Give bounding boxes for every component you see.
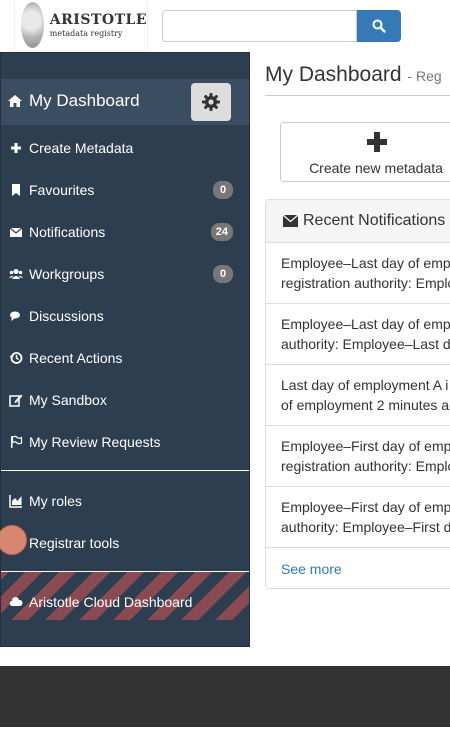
create-new-metadata-button[interactable]: Create new metadata [280, 122, 450, 182]
home-icon [8, 95, 22, 107]
cloud-icon [9, 596, 23, 607]
sidebar-divider [1, 470, 249, 471]
sidebar-item-notifications[interactable]: Notifications 24 [1, 211, 249, 253]
sidebar-dashboard-header[interactable]: My Dashboard [1, 79, 249, 125]
sidebar-item-create-metadata[interactable]: Create Metadata [1, 127, 249, 169]
panel-header: Recent Notifications [266, 200, 450, 243]
site-logo[interactable]: ARISTOTLE metadata registry [15, 0, 147, 50]
sidebar-item-my-review-requests[interactable]: My Review Requests [1, 421, 249, 463]
plus-icon [11, 143, 21, 153]
edit-icon [9, 394, 23, 407]
flag-icon [11, 435, 23, 448]
users-icon [9, 269, 23, 279]
logo-title: ARISTOTLE [49, 11, 147, 28]
notification-item[interactable]: Employee–Last day of emp authority: Empl… [266, 303, 450, 365]
sidebar-item-my-roles[interactable]: My roles [1, 480, 249, 522]
workgroups-count-badge: 0 [213, 265, 233, 283]
gear-icon [202, 93, 220, 111]
see-more-link[interactable]: See more [281, 561, 342, 577]
search-button[interactable] [357, 10, 401, 42]
settings-button[interactable] [191, 83, 231, 121]
recent-notifications-panel: Recent Notifications Employee–Last day o… [265, 199, 450, 589]
sidebar-item-cloud-dashboard[interactable]: Aristotle Cloud Dashboard [1, 581, 249, 623]
sidebar-item-recent-actions[interactable]: Recent Actions [1, 337, 249, 379]
page-footer [0, 666, 450, 727]
bookmark-icon [12, 184, 20, 196]
sidebar: My Dashboard Create Metadata Favourites … [0, 52, 250, 647]
history-icon [9, 352, 23, 364]
notification-item[interactable]: Employee–First day of emp registration a… [266, 425, 450, 487]
panel-title: Recent Notifications [303, 212, 446, 229]
page-title: My Dashboard - Reg [265, 63, 442, 86]
logo-portrait-icon [21, 2, 44, 48]
sidebar-item-discussions[interactable]: Discussions [1, 295, 249, 337]
sidebar-item-favourites[interactable]: Favourites 0 [1, 169, 249, 211]
title-divider [265, 95, 450, 96]
envelope-icon [9, 227, 23, 237]
notifications-count-badge: 24 [210, 223, 233, 241]
search-input[interactable] [162, 10, 357, 42]
page-subtitle: - Reg [407, 68, 442, 84]
top-navbar: ARISTOTLE metadata registry [0, 0, 450, 52]
sidebar-item-my-sandbox[interactable]: My Sandbox [1, 379, 249, 421]
favourites-count-badge: 0 [213, 181, 233, 199]
comments-icon [10, 311, 20, 321]
notification-item[interactable]: Last day of employment A i of employment… [266, 364, 450, 426]
notification-item[interactable]: Employee–First day of emp authority: Emp… [266, 486, 450, 548]
logo-subtitle: metadata registry [49, 28, 123, 38]
sidebar-item-workgroups[interactable]: Workgroups 0 [1, 253, 249, 295]
main-content: My Dashboard - Reg Create new metadata R… [250, 52, 450, 666]
sidebar-item-registrar-tools[interactable]: Registrar tools [1, 522, 249, 564]
envelope-icon [283, 215, 298, 227]
notification-item[interactable]: Employee–Last day of emp registration au… [266, 242, 450, 304]
sidebar-heading: My Dashboard [29, 91, 140, 110]
chart-icon [9, 495, 22, 508]
plus-icon [367, 132, 387, 152]
search-icon [372, 19, 386, 33]
